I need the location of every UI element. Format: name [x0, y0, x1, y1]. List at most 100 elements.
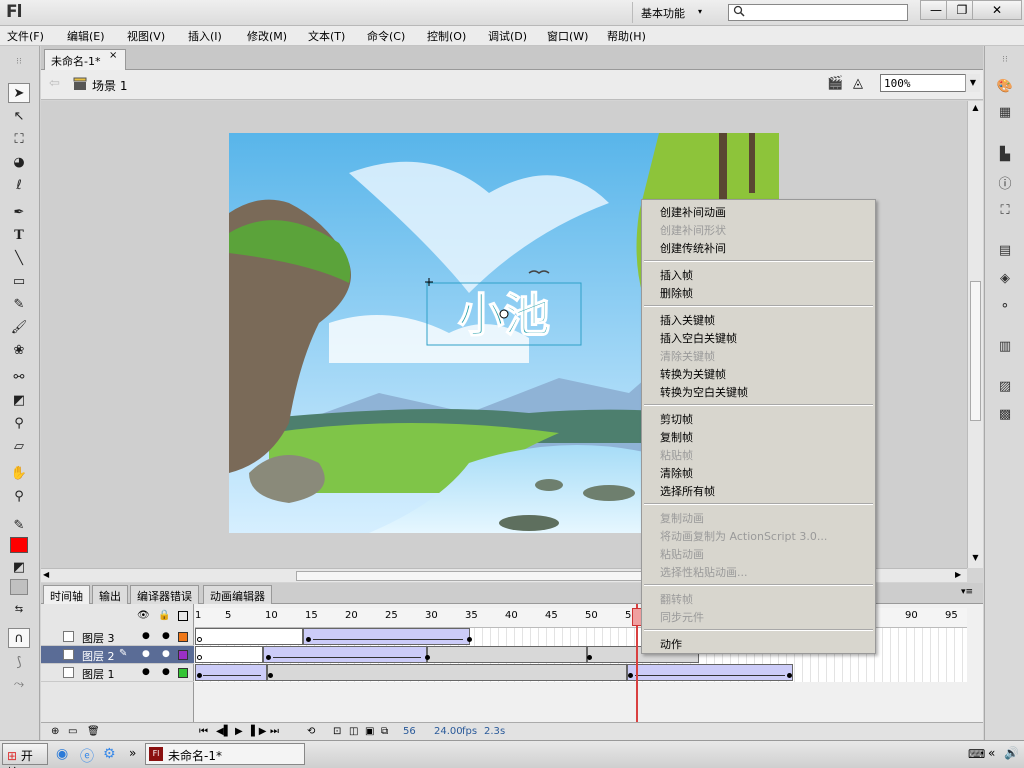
- pen-tool-icon[interactable]: ✒: [8, 202, 30, 222]
- menu-help[interactable]: 帮助(H): [607, 28, 646, 44]
- scene-label[interactable]: 场景 1: [92, 77, 127, 94]
- lasso-tool-icon[interactable]: ℓ: [8, 175, 30, 195]
- rectangle-tool-icon[interactable]: ▭: [8, 271, 30, 291]
- menu-item-remove-frames[interactable]: 删除帧: [660, 285, 693, 301]
- menu-item-create-classic-tween[interactable]: 创建传统补间: [660, 240, 726, 256]
- empty-keyframe[interactable]: [197, 655, 202, 660]
- visibility-dot[interactable]: ●: [142, 649, 150, 659]
- menu-item-convert-to-keyframes[interactable]: 转换为关键帧: [660, 366, 726, 382]
- chevron-down-icon[interactable]: ▼: [965, 74, 980, 92]
- layer-name[interactable]: 图层 3: [82, 630, 115, 646]
- back-arrow-icon[interactable]: ⇦: [49, 76, 60, 91]
- brush-tool-icon[interactable]: 🖌: [8, 317, 30, 337]
- tween-span[interactable]: [627, 664, 793, 681]
- eraser-tool-icon[interactable]: ▱: [8, 436, 30, 456]
- tab-timeline[interactable]: 时间轴: [43, 585, 90, 604]
- subselection-tool-icon[interactable]: ↖: [8, 106, 30, 126]
- smooth-icon[interactable]: ⟆: [8, 652, 30, 672]
- layer-color-swatch[interactable]: [178, 668, 188, 678]
- project-icon[interactable]: ▥: [994, 336, 1016, 356]
- scroll-up-icon[interactable]: ▲: [970, 103, 981, 113]
- menu-item-actions[interactable]: 动作: [660, 636, 682, 652]
- menu-control[interactable]: 控制(O): [427, 28, 466, 44]
- menu-file[interactable]: 文件(F): [7, 28, 44, 44]
- layer-name[interactable]: 图层 2: [82, 648, 115, 664]
- menu-item-copy-frames[interactable]: 复制帧: [660, 429, 693, 445]
- pencil-tool-icon[interactable]: ✎: [8, 294, 30, 314]
- zoom-tool-icon[interactable]: ⚲: [8, 486, 30, 506]
- stroke-color-icon[interactable]: ✎: [8, 515, 30, 535]
- swap-colors-icon[interactable]: ⇆: [8, 599, 30, 619]
- scroll-right-icon[interactable]: ▶: [955, 570, 961, 579]
- tray-expand-chevron[interactable]: «: [988, 746, 995, 760]
- center-frame-icon[interactable]: ⊡: [333, 726, 341, 737]
- volume-icon[interactable]: 🔊: [1004, 746, 1019, 760]
- onion-outline-icon[interactable]: ▣: [365, 726, 374, 737]
- onion-skin-icon[interactable]: ◫: [349, 726, 358, 737]
- outline-icon[interactable]: [178, 611, 188, 621]
- close-icon[interactable]: ×: [109, 50, 117, 61]
- layer-color-swatch[interactable]: [178, 650, 188, 660]
- browser-icon[interactable]: ◉: [56, 746, 68, 762]
- bone-tool-icon[interactable]: ⚯: [8, 367, 30, 387]
- transform-icon[interactable]: ⛶: [994, 200, 1016, 220]
- tween-span[interactable]: [195, 664, 267, 681]
- menu-insert[interactable]: 插入(I): [188, 28, 222, 44]
- keyboard-icon[interactable]: ⌨: [968, 747, 985, 761]
- visibility-dot[interactable]: ●: [142, 667, 150, 677]
- lock-dot[interactable]: ●: [162, 649, 170, 659]
- frame-span[interactable]: [195, 646, 263, 663]
- step-back-icon[interactable]: ◀▌: [216, 726, 231, 737]
- tween-span[interactable]: [263, 646, 427, 663]
- layer-color-swatch[interactable]: [178, 632, 188, 642]
- frame-span[interactable]: [427, 646, 587, 663]
- search-input[interactable]: [728, 4, 908, 21]
- tab-output[interactable]: 输出: [92, 585, 128, 604]
- paint-bucket-icon[interactable]: ◩: [8, 557, 30, 577]
- quick-launch-chevron[interactable]: »: [129, 746, 136, 760]
- lock-icon[interactable]: 🔒: [158, 610, 170, 621]
- keyframe[interactable]: [266, 655, 271, 660]
- menu-text[interactable]: 文本(T): [308, 28, 345, 44]
- frame-span[interactable]: [267, 664, 627, 681]
- keyframe[interactable]: [787, 673, 792, 678]
- new-folder-icon[interactable]: ▭: [68, 726, 77, 737]
- components-icon[interactable]: ◈: [994, 268, 1016, 288]
- snap-magnet-icon[interactable]: ∩: [8, 628, 30, 648]
- frame-span[interactable]: [195, 628, 303, 645]
- menu-item-insert-frame[interactable]: 插入帧: [660, 267, 693, 283]
- menu-modify[interactable]: 修改(M): [247, 28, 287, 44]
- fps-value[interactable]: 24.00: [434, 726, 463, 737]
- swatches-icon[interactable]: ▦: [994, 102, 1016, 122]
- new-layer-icon[interactable]: ⊕: [51, 726, 59, 737]
- empty-keyframe[interactable]: [197, 637, 202, 642]
- edit-multiple-icon[interactable]: ⧉: [381, 726, 388, 737]
- layer-row[interactable]: 图层 3 ● ●: [41, 628, 194, 646]
- keyframe[interactable]: [197, 673, 202, 678]
- selection-tool-icon[interactable]: ➤: [8, 83, 30, 103]
- info-icon[interactable]: ⓘ: [994, 172, 1016, 192]
- tween-span[interactable]: [303, 628, 470, 645]
- keyframe[interactable]: [628, 673, 633, 678]
- hand-tool-icon[interactable]: ✋: [8, 463, 30, 483]
- current-frame[interactable]: 56: [403, 726, 416, 737]
- free-transform-tool-icon[interactable]: ⛶: [8, 129, 30, 149]
- menu-window[interactable]: 窗口(W): [547, 28, 588, 44]
- keyframe[interactable]: [268, 673, 273, 678]
- color-palette-icon[interactable]: 🎨: [994, 76, 1016, 96]
- text-tool-icon[interactable]: T: [8, 225, 30, 245]
- keyframe[interactable]: [587, 655, 592, 660]
- ie-icon[interactable]: ⓔ: [80, 746, 94, 766]
- scroll-left-icon[interactable]: ◀: [43, 570, 49, 579]
- start-button[interactable]: ⊞ 开始: [2, 743, 48, 768]
- menu-edit[interactable]: 编辑(E): [67, 28, 105, 44]
- panel-grip-icon[interactable]: ⁝⁝: [994, 50, 1016, 70]
- settings-icon[interactable]: ⚙: [103, 746, 116, 762]
- layer-row[interactable]: 图层 1 ● ●: [41, 664, 194, 682]
- menu-item-insert-blank-keyframe[interactable]: 插入空白关键帧: [660, 330, 737, 346]
- motion-presets-icon[interactable]: ⚬: [994, 296, 1016, 316]
- eye-icon[interactable]: 👁: [137, 610, 150, 621]
- menu-debug[interactable]: 调试(D): [488, 28, 527, 44]
- eyedropper-tool-icon[interactable]: ⚲: [8, 413, 30, 433]
- tab-compiler-errors[interactable]: 编译器错误: [130, 585, 199, 604]
